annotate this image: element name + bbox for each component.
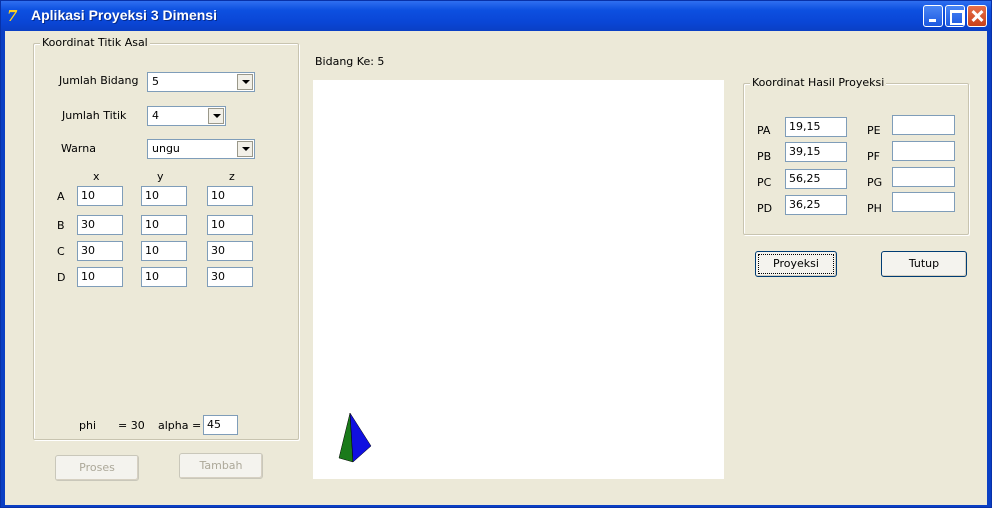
pb-output[interactable]: 39,15 (785, 142, 847, 162)
pg-output[interactable] (892, 167, 955, 187)
title-bar[interactable]: 7 Aplikasi Proyeksi 3 Dimensi (1, 1, 991, 31)
jumlah-titik-combo[interactable]: 4 (147, 106, 226, 126)
pe-label: PE (867, 124, 881, 137)
pe-output[interactable] (892, 115, 955, 135)
pg-label: PG (867, 176, 883, 189)
jumlah-bidang-dropdown-button[interactable] (237, 74, 253, 90)
point-a-y-input[interactable]: 10 (141, 186, 187, 206)
pf-label: PF (867, 150, 880, 163)
point-label-b: B (57, 219, 65, 232)
header-z: z (229, 170, 235, 183)
pa-output[interactable]: 19,15 (785, 117, 847, 137)
point-d-z-input[interactable]: 30 (207, 267, 253, 287)
pd-output[interactable]: 36,25 (785, 195, 847, 215)
point-c-z-input[interactable]: 30 (207, 241, 253, 261)
bidang-ke-label: Bidang Ke: 5 (315, 55, 385, 68)
warna-combo[interactable]: ungu (147, 139, 255, 159)
chevron-down-icon (242, 147, 250, 151)
jumlah-titik-dropdown-button[interactable] (208, 108, 224, 124)
ph-output[interactable] (892, 192, 955, 212)
point-b-x-input[interactable]: 30 (77, 215, 123, 235)
pc-label: PC (757, 176, 772, 189)
jumlah-bidang-value: 5 (152, 75, 159, 88)
tambah-button[interactable]: Tambah (179, 453, 263, 479)
source-group-legend: Koordinat Titik Asal (40, 36, 150, 49)
alpha-input[interactable]: 45 (203, 415, 238, 435)
point-label-a: A (57, 190, 65, 203)
point-b-z-input[interactable]: 10 (207, 215, 253, 235)
chevron-down-icon (242, 80, 250, 84)
close-button[interactable] (967, 5, 987, 27)
jumlah-bidang-combo[interactable]: 5 (147, 72, 255, 92)
pyramid-right-face (349, 412, 372, 463)
point-a-z-input[interactable]: 10 (207, 186, 253, 206)
point-c-x-input[interactable]: 30 (77, 241, 123, 261)
window-title: Aplikasi Proyeksi 3 Dimensi (31, 7, 217, 23)
phi-value: = 30 (118, 419, 145, 432)
point-label-c: C (57, 245, 65, 258)
app-logo-icon: 7 (7, 7, 18, 25)
client-area: Koordinat Titik Asal Jumlah Bidang 5 Jum… (5, 31, 987, 505)
pb-label: PB (757, 150, 772, 163)
projection-canvas[interactable] (313, 80, 724, 479)
alpha-label: alpha = (158, 419, 202, 432)
minimize-button[interactable] (923, 5, 943, 27)
point-a-x-input[interactable]: 10 (77, 186, 123, 206)
tutup-button[interactable]: Tutup (881, 251, 967, 277)
warna-dropdown-button[interactable] (237, 141, 253, 157)
point-label-d: D (57, 271, 66, 284)
jumlah-titik-label: Jumlah Titik (62, 109, 127, 122)
jumlah-bidang-label: Jumlah Bidang (59, 74, 139, 87)
pc-output[interactable]: 56,25 (785, 169, 847, 189)
header-y: y (157, 170, 164, 183)
projection-canvas-svg (338, 412, 372, 463)
maximize-button[interactable] (945, 5, 965, 27)
warna-label: Warna (61, 142, 96, 155)
pa-label: PA (757, 124, 771, 137)
phi-label: phi (79, 419, 97, 432)
point-d-x-input[interactable]: 10 (77, 267, 123, 287)
proses-button[interactable]: Proses (55, 455, 139, 481)
pf-output[interactable] (892, 141, 955, 161)
point-c-y-input[interactable]: 10 (141, 241, 187, 261)
chevron-down-icon (213, 114, 221, 118)
app-window: 7 Aplikasi Proyeksi 3 Dimensi Koordinat … (0, 0, 992, 508)
point-d-y-input[interactable]: 10 (141, 267, 187, 287)
jumlah-titik-value: 4 (152, 109, 159, 122)
pd-label: PD (757, 202, 773, 215)
point-b-y-input[interactable]: 10 (141, 215, 187, 235)
warna-value: ungu (152, 142, 180, 155)
proyeksi-button[interactable]: Proyeksi (755, 251, 837, 277)
result-group-legend: Koordinat Hasil Proyeksi (750, 76, 887, 89)
ph-label: PH (867, 202, 882, 215)
header-x: x (93, 170, 100, 183)
